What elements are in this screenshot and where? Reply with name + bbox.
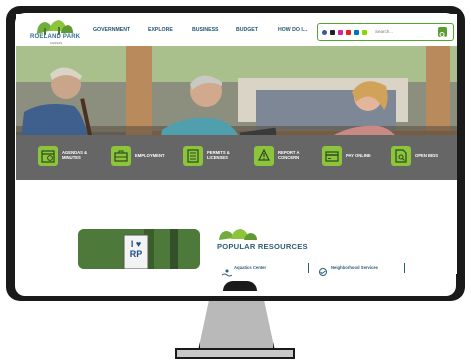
popular-resources-logo-icon bbox=[219, 229, 257, 240]
quick-links-bar: AGENDAS & MINUTES EMPLOYMENT PERMITS & L… bbox=[16, 135, 457, 180]
pool-icon bbox=[221, 264, 233, 277]
nextdoor-icon[interactable] bbox=[362, 30, 367, 35]
nav-business[interactable]: BUSINESS bbox=[192, 27, 219, 33]
resource-divider bbox=[308, 263, 309, 273]
x-icon[interactable] bbox=[330, 30, 335, 35]
document-list-icon bbox=[187, 149, 199, 163]
resource-aquatics-center[interactable]: Aquatics Center bbox=[234, 265, 266, 270]
rp-sign-text: I ♥ RP bbox=[129, 239, 143, 259]
alert-hand-icon bbox=[258, 149, 270, 161]
nav-how-do-i[interactable]: HOW DO I... bbox=[278, 27, 307, 33]
monitor-webcam bbox=[223, 281, 257, 291]
youtube-icon[interactable] bbox=[346, 30, 351, 35]
credit-card-icon bbox=[325, 151, 339, 162]
rp-sign-photo: I ♥ RP bbox=[78, 229, 200, 269]
site-header: ROELAND PARK KANSAS GOVERNMENT EXPLORE B… bbox=[16, 14, 457, 46]
quick-link-label: EMPLOYMENT bbox=[135, 153, 165, 158]
linkedin-icon[interactable] bbox=[354, 30, 359, 35]
search-bar bbox=[317, 23, 454, 41]
monitor-stand-base bbox=[175, 348, 295, 359]
quick-link-label: PAY ONLINE bbox=[346, 153, 371, 158]
search-button[interactable] bbox=[438, 27, 447, 39]
search-icon bbox=[439, 32, 446, 39]
popular-resources-title: POPULAR RESOURCES bbox=[217, 242, 308, 251]
calendar-icon bbox=[41, 150, 55, 163]
quick-link-label: LICENSES bbox=[207, 155, 228, 161]
site-tagline: KANSAS bbox=[50, 41, 63, 45]
facebook-icon[interactable] bbox=[322, 30, 327, 35]
nav-government[interactable]: GOVERNMENT bbox=[93, 27, 130, 33]
site-name: ROELAND PARK bbox=[30, 34, 81, 40]
document-search-icon bbox=[395, 149, 407, 163]
monitor-stand-neck bbox=[198, 301, 275, 351]
quick-link-label: MINUTES bbox=[62, 155, 81, 161]
resource-divider bbox=[404, 263, 405, 273]
nav-explore[interactable]: EXPLORE bbox=[148, 27, 173, 33]
quick-link-label: OPEN BIDS bbox=[415, 153, 439, 158]
instagram-icon[interactable] bbox=[338, 30, 343, 35]
nav-budget[interactable]: BUDGET bbox=[236, 27, 258, 33]
search-input[interactable] bbox=[373, 26, 437, 37]
briefcase-icon bbox=[114, 150, 128, 162]
quick-link-label: CONCERN bbox=[278, 155, 300, 161]
resource-neighborhood-services[interactable]: Neighborhood Services bbox=[331, 265, 378, 270]
handshake-icon bbox=[318, 263, 328, 276]
